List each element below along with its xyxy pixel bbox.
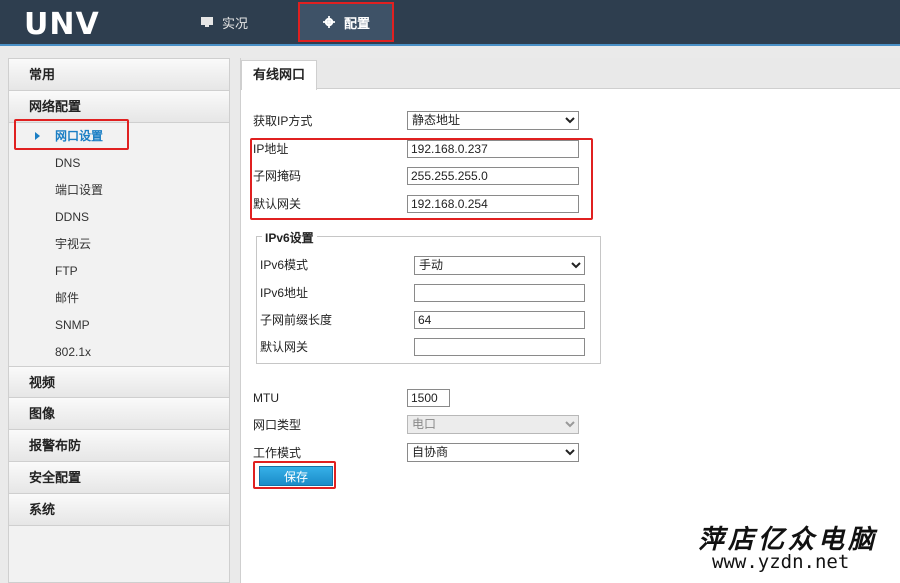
ipv6-legend: IPv6设置 xyxy=(262,229,317,246)
chevron-down-icon xyxy=(565,449,575,456)
monitor-icon xyxy=(201,17,213,27)
sidebar-item-ddns[interactable]: DDNS xyxy=(9,204,229,231)
nav-live-label: 实况 xyxy=(222,15,249,31)
main-panel: 有线网口 获取IP方式 静态地址 IP地址 192.168.0.237 子网掩码… xyxy=(240,58,900,583)
sidebar-item-8021x[interactable]: 802.1x xyxy=(9,339,229,366)
sidebar-section-system[interactable]: 系统 xyxy=(9,494,229,526)
work-mode-value: 自协商 xyxy=(412,445,449,459)
sidebar-item-snmp[interactable]: SNMP xyxy=(9,312,229,339)
sidebar-item-dns[interactable]: DNS xyxy=(9,150,229,177)
sidebar-section-image[interactable]: 图像 xyxy=(9,398,229,430)
ipv6-address-label: IPv6地址 xyxy=(260,286,309,300)
work-mode-label: 工作模式 xyxy=(253,446,302,460)
brand-logo: UNV xyxy=(24,7,100,42)
highlight-box-save xyxy=(253,461,336,489)
mtu-label: MTU xyxy=(253,391,279,405)
ipv6-mode-select[interactable]: 手动 xyxy=(414,256,585,275)
nav-config-label: 配置 xyxy=(343,15,370,31)
mtu-input[interactable]: 1500 xyxy=(407,389,450,407)
sidebar-section-common[interactable]: 常用 xyxy=(9,59,229,91)
ip-mode-value: 静态地址 xyxy=(412,113,461,127)
sidebar-item-cloud[interactable]: 宇视云 xyxy=(9,231,229,258)
sidebar-item-email[interactable]: 邮件 xyxy=(9,285,229,312)
top-bar: UNV 实况 配置 xyxy=(0,0,900,46)
sidebar-item-ports[interactable]: 端口设置 xyxy=(9,177,229,204)
ipv6-prefix-input[interactable]: 64 xyxy=(414,311,585,329)
highlight-box-ip xyxy=(250,138,593,220)
chevron-down-icon xyxy=(565,117,575,124)
ipv6-address-input[interactable] xyxy=(414,284,585,302)
ipv6-fieldset: IPv6设置 IPv6模式 手动 IPv6地址 子网前缀长度 64 默认网关 xyxy=(256,229,601,364)
ipv6-gateway-input[interactable] xyxy=(414,338,585,356)
nav-config[interactable]: 配置 xyxy=(298,2,394,42)
sidebar-item-ftp[interactable]: FTP xyxy=(9,258,229,285)
sidebar-section-alarm[interactable]: 报警布防 xyxy=(9,430,229,462)
highlight-box-sidebar xyxy=(14,119,129,150)
ip-mode-label: 获取IP方式 xyxy=(253,114,313,128)
ipv6-prefix-label: 子网前缀长度 xyxy=(260,313,333,327)
sidebar-section-security[interactable]: 安全配置 xyxy=(9,462,229,494)
watermark-url: www.yzdn.net xyxy=(712,551,850,573)
ipv6-mode-label: IPv6模式 xyxy=(260,258,309,272)
gear-icon xyxy=(322,16,335,28)
tab-bar: 有线网口 xyxy=(241,58,900,90)
nav-live[interactable]: 实况 xyxy=(200,0,248,44)
tab-wired-port[interactable]: 有线网口 xyxy=(241,60,317,90)
ipv6-gateway-label: 默认网关 xyxy=(260,340,309,354)
ipv6-mode-value: 手动 xyxy=(419,258,444,272)
chevron-down-icon xyxy=(571,262,581,269)
port-type-value: 电口 xyxy=(412,417,437,431)
sidebar-section-video[interactable]: 视频 xyxy=(9,366,229,398)
port-type-label: 网口类型 xyxy=(253,418,302,432)
work-mode-select[interactable]: 自协商 xyxy=(407,443,579,462)
port-type-select[interactable]: 电口 xyxy=(407,415,579,434)
ip-mode-select[interactable]: 静态地址 xyxy=(407,111,579,130)
chevron-down-icon xyxy=(565,421,575,428)
